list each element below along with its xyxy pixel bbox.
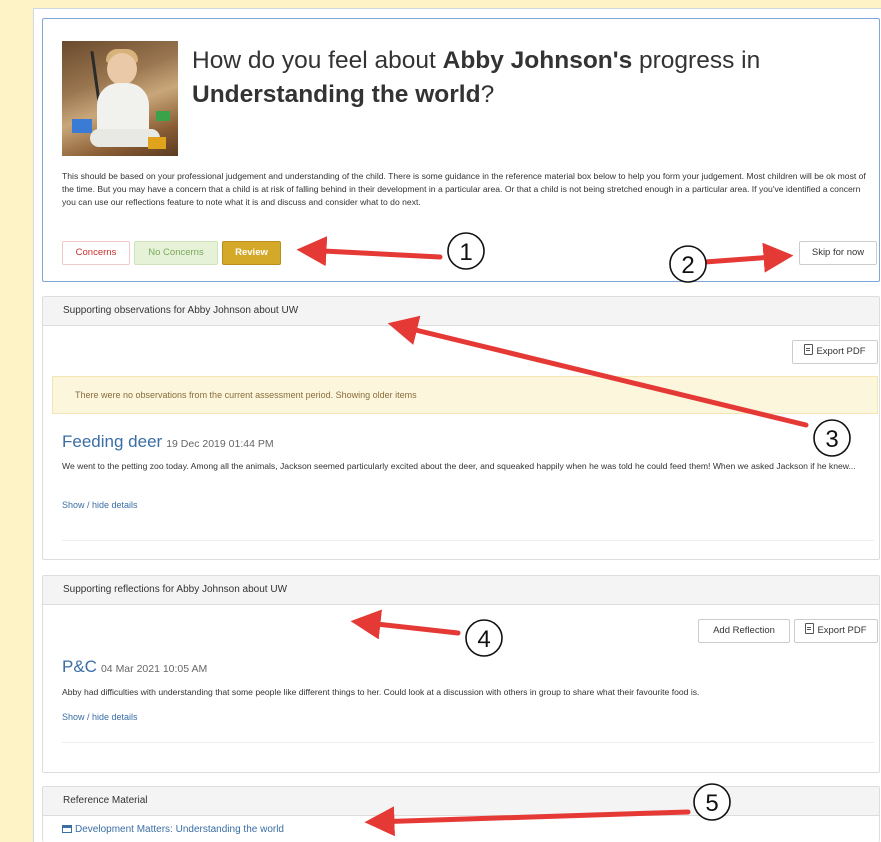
reference-heading: Reference Material: [43, 787, 879, 816]
show-hide-details-link[interactable]: Show / hide details: [62, 712, 138, 722]
no-concerns-button[interactable]: No Concerns: [134, 241, 218, 265]
skip-for-now-button[interactable]: Skip for now: [799, 241, 877, 265]
add-reflection-button[interactable]: Add Reflection: [698, 619, 790, 643]
child-name: Abby Johnson's: [442, 47, 633, 74]
show-hide-details-link[interactable]: Show / hide details: [62, 500, 138, 510]
development-matters-link[interactable]: Development Matters: Understanding the w…: [62, 824, 284, 835]
reflection-title[interactable]: P&C 04 Mar 2021 10:05 AM: [62, 657, 207, 677]
divider: [62, 742, 874, 743]
observations-heading: Supporting observations for Abby Johnson…: [43, 297, 879, 326]
review-button[interactable]: Review: [222, 241, 281, 265]
child-photo: [62, 41, 178, 156]
reflections-heading: Supporting reflections for Abby Johnson …: [43, 576, 879, 605]
observation-timestamp: 19 Dec 2019 01:44 PM: [166, 438, 274, 450]
guidance-text: This should be based on your professiona…: [62, 171, 866, 208]
question-title: How do you feel about Abby Johnson's pro…: [192, 47, 761, 108]
divider: [62, 540, 874, 541]
export-pdf-button[interactable]: Export PDF: [792, 340, 878, 364]
pdf-icon: [805, 623, 815, 634]
observation-summary: We went to the petting zoo today. Among …: [62, 461, 856, 471]
observation-title[interactable]: Feeding deer 19 Dec 2019 01:44 PM: [62, 432, 274, 452]
learning-area: Understanding the world: [192, 81, 481, 108]
pdf-icon: [804, 344, 814, 355]
concerns-button[interactable]: Concerns: [62, 241, 130, 265]
reflection-summary: Abby had difficulties with understanding…: [62, 687, 700, 697]
no-observations-notice: There were no observations from the curr…: [52, 376, 878, 414]
reflection-timestamp: 04 Mar 2021 10:05 AM: [100, 663, 208, 675]
observations-panel: Supporting observations for Abby Johnson…: [42, 296, 880, 560]
window-icon: [62, 825, 72, 833]
export-pdf-reflections-button[interactable]: Export PDF: [794, 619, 878, 643]
